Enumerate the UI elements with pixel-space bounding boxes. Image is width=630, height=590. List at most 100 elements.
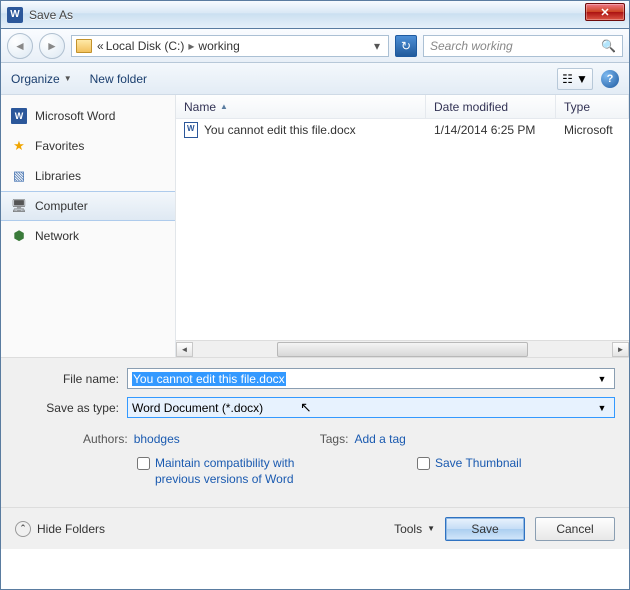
breadcrumb-prefix: « — [97, 39, 104, 53]
cancel-label: Cancel — [556, 522, 593, 536]
authors-label: Authors: — [83, 432, 128, 446]
breadcrumb[interactable]: « Local Disk (C:) ▸ working ▾ — [71, 35, 389, 57]
sidebar-item-word[interactable]: W Microsoft Word — [1, 101, 175, 131]
view-options-button[interactable]: ☷ ▼ — [557, 68, 593, 90]
collapse-icon: ⌃ — [15, 521, 31, 537]
tags-field[interactable]: Tags: Add a tag — [320, 432, 406, 446]
chevron-down-icon: ▼ — [64, 74, 72, 83]
maintain-compat-checkbox[interactable]: Maintain compatibility with previous ver… — [137, 456, 297, 487]
filename-row: File name: You cannot edit this file.doc… — [15, 368, 615, 389]
tools-label: Tools — [394, 522, 422, 536]
save-button[interactable]: Save — [445, 517, 525, 541]
forward-button[interactable]: ► — [39, 33, 65, 59]
save-as-dialog: W Save As ✕ ◄ ► « Local Disk (C:) ▸ work… — [0, 0, 630, 590]
file-date: 1/14/2014 6:25 PM — [426, 121, 556, 139]
checkbox-row: Maintain compatibility with previous ver… — [15, 456, 615, 487]
save-thumbnail-checkbox[interactable]: Save Thumbnail — [417, 456, 522, 487]
savetype-dropdown-icon[interactable]: ▼ — [594, 403, 610, 413]
cursor-icon: ↖ — [300, 399, 312, 416]
maintain-compat-input[interactable] — [137, 457, 150, 470]
chevron-right-icon: ▸ — [186, 39, 196, 53]
sidebar-item-label: Network — [35, 229, 79, 243]
new-folder-button[interactable]: New folder — [90, 72, 147, 86]
form-area: File name: You cannot edit this file.doc… — [1, 357, 629, 507]
breadcrumb-seg-2[interactable]: working — [198, 39, 239, 53]
authors-value: bhodges — [134, 432, 180, 446]
cancel-button[interactable]: Cancel — [535, 517, 615, 541]
refresh-button[interactable]: ↻ — [395, 35, 417, 57]
tools-button[interactable]: Tools ▼ — [394, 522, 435, 536]
file-name: You cannot edit this file.docx — [204, 123, 356, 137]
toolbar: Organize ▼ New folder ☷ ▼ ? — [1, 63, 629, 95]
breadcrumb-dropdown-icon[interactable]: ▾ — [370, 39, 384, 53]
tags-label: Tags: — [320, 432, 349, 446]
savetype-row: Save as type: Word Document (*.docx) ↖ ▼ — [15, 397, 615, 418]
chevron-down-icon: ▼ — [576, 72, 588, 86]
sidebar-item-computer[interactable]: 🖥 Computer — [1, 191, 175, 221]
content-area: W Microsoft Word ★ Favorites ▧ Libraries… — [1, 95, 629, 357]
word-app-icon: W — [7, 7, 23, 23]
star-icon: ★ — [11, 138, 27, 154]
column-date[interactable]: Date modified — [426, 95, 556, 118]
search-input[interactable]: Search working 🔍 — [423, 35, 623, 57]
maintain-compat-label: Maintain compatibility with previous ver… — [155, 456, 297, 487]
savetype-label: Save as type: — [15, 401, 127, 415]
help-button[interactable]: ? — [601, 70, 619, 88]
chevron-down-icon: ▼ — [427, 524, 435, 533]
column-type-label: Type — [564, 100, 590, 114]
hide-folders-label: Hide Folders — [37, 522, 105, 536]
titlebar: W Save As ✕ — [1, 1, 629, 29]
libraries-icon: ▧ — [11, 168, 27, 184]
sidebar-item-label: Computer — [35, 199, 88, 213]
file-list-header: Name ▲ Date modified Type — [176, 95, 629, 119]
close-button[interactable]: ✕ — [585, 3, 625, 21]
scroll-track[interactable] — [193, 342, 612, 357]
save-thumbnail-label: Save Thumbnail — [435, 456, 522, 472]
save-thumbnail-input[interactable] — [417, 457, 430, 470]
column-name-label: Name — [184, 100, 216, 114]
column-date-label: Date modified — [434, 100, 508, 114]
view-icon: ☷ — [562, 72, 573, 86]
sidebar-item-favorites[interactable]: ★ Favorites — [1, 131, 175, 161]
sidebar-item-libraries[interactable]: ▧ Libraries — [1, 161, 175, 191]
search-placeholder: Search working — [430, 39, 513, 53]
horizontal-scrollbar[interactable]: ◄ ► — [176, 340, 629, 357]
sidebar-item-label: Favorites — [35, 139, 84, 153]
back-button[interactable]: ◄ — [7, 33, 33, 59]
file-type: Microsoft — [556, 121, 629, 139]
sidebar: W Microsoft Word ★ Favorites ▧ Libraries… — [1, 95, 176, 357]
scroll-right-button[interactable]: ► — [612, 342, 629, 357]
scroll-thumb[interactable] — [277, 342, 528, 357]
network-icon: ⬢ — [11, 228, 27, 244]
sort-asc-icon: ▲ — [220, 102, 228, 111]
tags-value: Add a tag — [354, 432, 405, 446]
nav-bar: ◄ ► « Local Disk (C:) ▸ working ▾ ↻ Sear… — [1, 29, 629, 63]
savetype-select[interactable]: Word Document (*.docx) ↖ ▼ — [127, 397, 615, 418]
breadcrumb-seg-1[interactable]: Local Disk (C:) — [106, 39, 185, 53]
file-list: Name ▲ Date modified Type You cannot edi… — [176, 95, 629, 357]
filename-label: File name: — [15, 372, 127, 386]
organize-label: Organize — [11, 72, 60, 86]
sidebar-item-label: Libraries — [35, 169, 81, 183]
footer: ⌃ Hide Folders Tools ▼ Save Cancel — [1, 507, 629, 549]
sidebar-item-network[interactable]: ⬢ Network — [1, 221, 175, 251]
search-icon: 🔍 — [601, 39, 616, 53]
hide-folders-button[interactable]: ⌃ Hide Folders — [15, 521, 105, 537]
filename-input[interactable]: You cannot edit this file.docx ▼ — [127, 368, 615, 389]
file-row[interactable]: You cannot edit this file.docx 1/14/2014… — [176, 119, 629, 141]
word-icon: W — [11, 108, 27, 124]
column-name[interactable]: Name ▲ — [176, 95, 426, 118]
folder-icon — [76, 39, 92, 53]
docx-icon — [184, 122, 198, 138]
filename-dropdown-icon[interactable]: ▼ — [594, 374, 610, 384]
window-title: Save As — [29, 8, 73, 22]
save-label: Save — [471, 522, 498, 536]
authors-field[interactable]: Authors: bhodges — [83, 432, 180, 446]
computer-icon: 🖥 — [11, 198, 27, 214]
new-folder-label: New folder — [90, 72, 147, 86]
sidebar-item-label: Microsoft Word — [35, 109, 115, 123]
filename-value: You cannot edit this file.docx — [132, 372, 286, 386]
scroll-left-button[interactable]: ◄ — [176, 342, 193, 357]
column-type[interactable]: Type — [556, 95, 629, 118]
organize-button[interactable]: Organize ▼ — [11, 72, 72, 86]
